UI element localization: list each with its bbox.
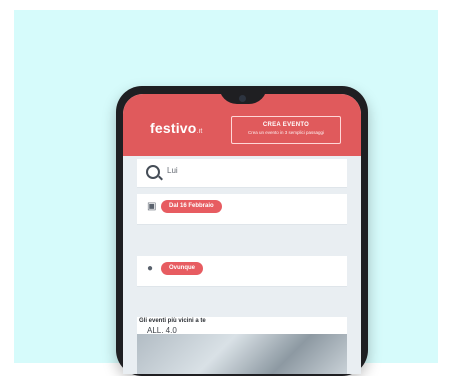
- location-filter-row[interactable]: ● Ovunque: [137, 256, 347, 287]
- camera-icon: [239, 95, 246, 102]
- app-logo[interactable]: festivo.it: [150, 120, 203, 136]
- location-icon: ●: [147, 263, 154, 274]
- phone-screen: festivo.it CREA EVENTO Crea un evento in…: [123, 94, 361, 374]
- location-filter-pill[interactable]: Ovunque: [161, 262, 204, 275]
- date-filter-row[interactable]: ▣ Dal 16 Febbraio: [137, 194, 347, 225]
- create-event-subtitle: Crea un evento in 3 semplici passaggi: [247, 130, 325, 135]
- search-icon: [146, 165, 160, 179]
- calendar-icon: ▣: [147, 201, 157, 212]
- search-bar[interactable]: Lui: [137, 159, 347, 188]
- search-input[interactable]: Lui: [167, 166, 178, 175]
- date-filter-pill[interactable]: Dal 16 Febbraio: [161, 200, 222, 213]
- logo-text: festivo: [150, 120, 197, 136]
- create-event-button[interactable]: CREA EVENTO Crea un evento in 3 semplici…: [231, 116, 341, 144]
- logo-suffix: .it: [196, 128, 203, 135]
- event-image[interactable]: [137, 334, 347, 374]
- section-title: Gli eventi più vicini a te: [139, 318, 206, 324]
- create-event-title: CREA EVENTO: [262, 122, 310, 128]
